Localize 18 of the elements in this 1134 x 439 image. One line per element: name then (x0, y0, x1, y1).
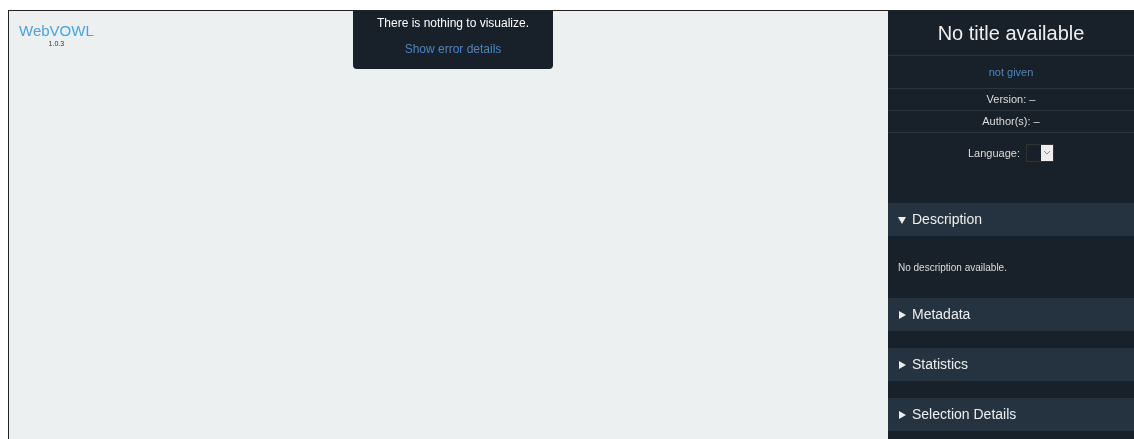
version-text: Version: – (986, 92, 1036, 108)
error-details-link[interactable]: Show error details (404, 40, 502, 58)
section-header[interactable]: Selection Details (888, 398, 1134, 431)
triangle-right-icon (898, 410, 906, 419)
triangle-right-icon (898, 360, 906, 369)
section-header[interactable]: Metadata (888, 298, 1134, 331)
section-body-text: No description available. (898, 260, 1007, 275)
authors-text: Author(s): – (982, 114, 1040, 130)
section-header[interactable]: Description (888, 203, 1134, 236)
ontology-title: No title available (937, 21, 1085, 46)
section-header[interactable]: Statistics (888, 348, 1134, 381)
dropdown-icon (1041, 145, 1053, 161)
triangle-down-icon (898, 215, 906, 224)
language-select[interactable] (1026, 144, 1054, 162)
language-label: Language: (968, 145, 1020, 161)
notification-message: There is nothing to visualize. (376, 15, 530, 32)
iri-link[interactable]: not given (988, 63, 1034, 81)
triangle-right-icon (898, 310, 906, 319)
